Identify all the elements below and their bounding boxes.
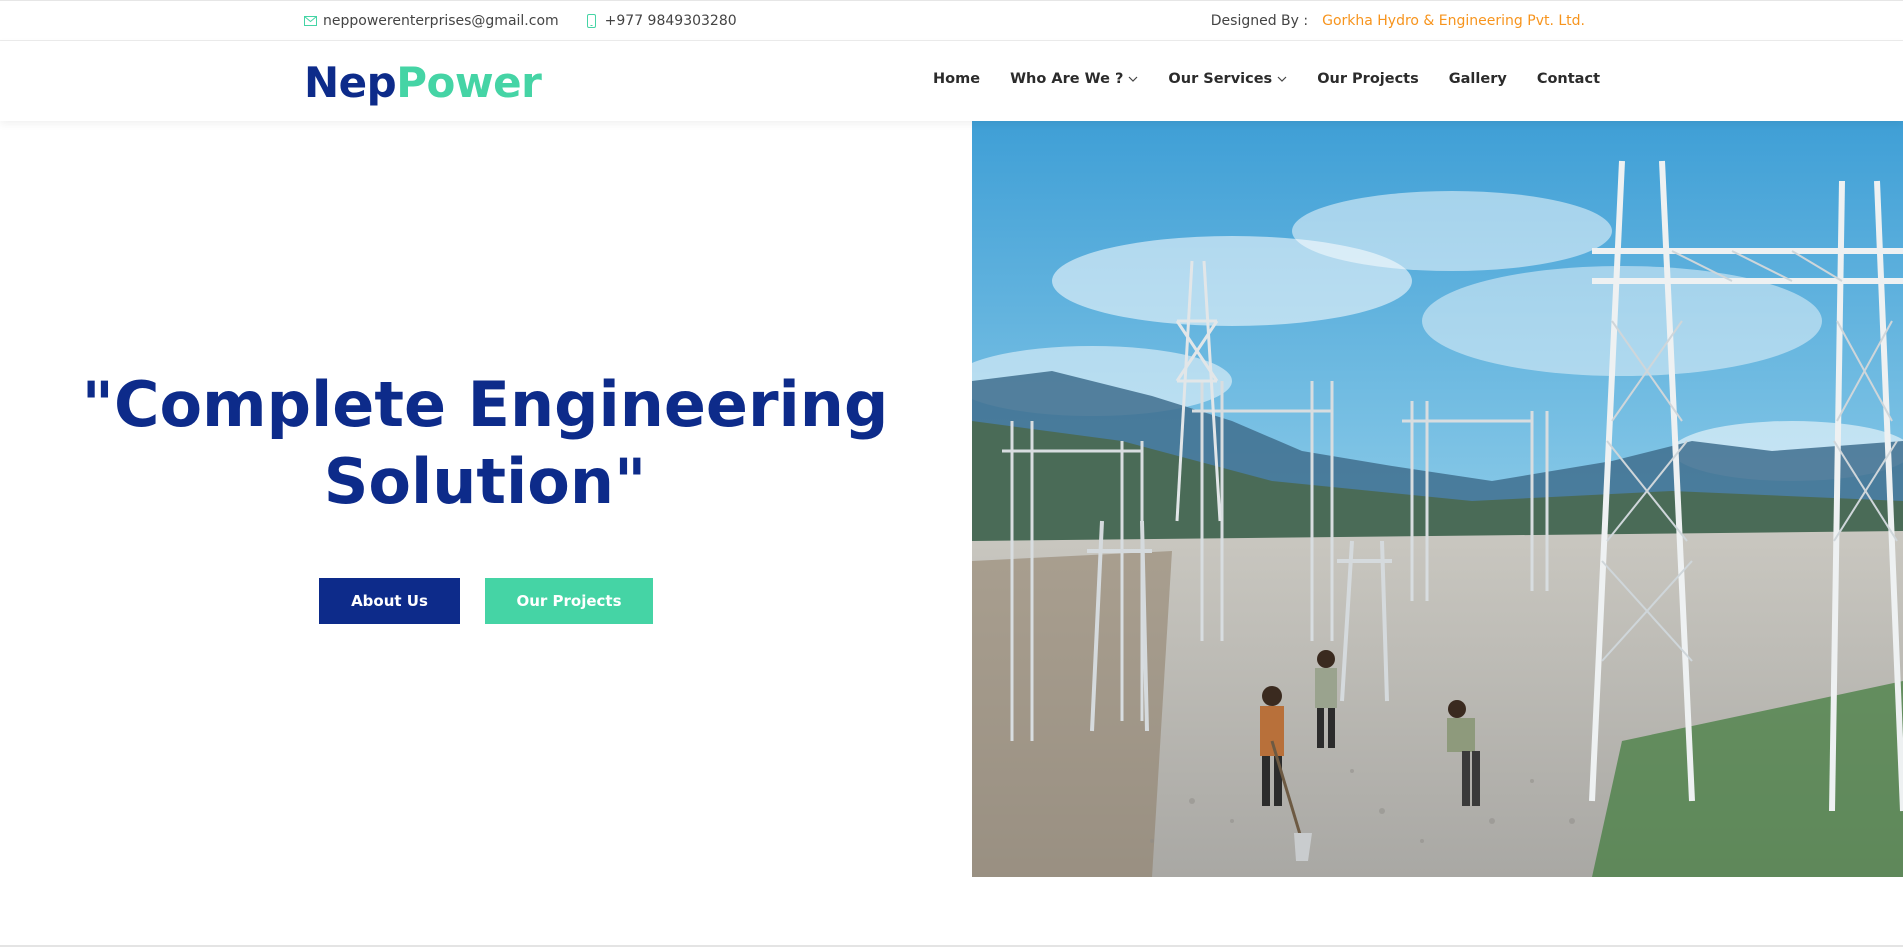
envelope-icon xyxy=(303,14,317,28)
hero-headline-line2: Solution" xyxy=(323,445,647,518)
chevron-down-icon xyxy=(1128,76,1138,82)
nav-gallery-label: Gallery xyxy=(1448,71,1507,87)
email-text: neppowerenterprises@gmail.com xyxy=(323,13,559,29)
nav-contact[interactable]: Contact xyxy=(1537,71,1600,87)
nav-who-are-we[interactable]: Who Are We ? xyxy=(1010,71,1138,87)
site-logo[interactable]: NepPower xyxy=(304,58,542,107)
nav-our-services-label: Our Services xyxy=(1168,71,1273,87)
nav-our-projects[interactable]: Our Projects xyxy=(1317,71,1419,87)
our-projects-button[interactable]: Our Projects xyxy=(485,578,653,624)
phone-text: +977 9849303280 xyxy=(604,13,737,29)
nav-who-are-we-label: Who Are We ? xyxy=(1010,71,1124,87)
email-contact[interactable]: neppowerenterprises@gmail.com xyxy=(303,13,559,29)
nav-contact-label: Contact xyxy=(1536,71,1600,87)
hero-substation-image xyxy=(972,121,1903,877)
hero-headline-line1: "Complete Engineering xyxy=(81,368,889,441)
main-nav: Home Who Are We ? Our Services Our Proje… xyxy=(903,71,1600,87)
phone-contact[interactable]: +977 9849303280 xyxy=(585,13,737,29)
designed-by-company-link[interactable]: Gorkha Hydro & Engineering Pvt. Ltd. xyxy=(1322,13,1585,29)
chevron-down-icon xyxy=(1277,76,1287,82)
contact-info: neppowerenterprises@gmail.com +977 98493… xyxy=(303,13,763,29)
mobile-phone-icon xyxy=(585,14,599,28)
top-info-bar: neppowerenterprises@gmail.com +977 98493… xyxy=(0,0,1903,41)
hero-headline: "Complete Engineering Solution" xyxy=(60,366,910,520)
nav-home[interactable]: Home xyxy=(933,71,980,87)
about-us-button[interactable]: About Us xyxy=(319,578,460,624)
designed-by: Designed By : Gorkha Hydro & Engineering… xyxy=(1211,13,1585,29)
main-header: NepPower Home Who Are We ? Our Services … xyxy=(0,41,1903,121)
nav-gallery[interactable]: Gallery xyxy=(1449,71,1507,87)
logo-nep: Nep xyxy=(304,58,397,107)
logo-power: Power xyxy=(396,58,542,107)
designed-by-label: Designed By : xyxy=(1210,13,1309,29)
nav-our-projects-label: Our Projects xyxy=(1317,71,1419,87)
nav-home-label: Home xyxy=(933,71,981,87)
nav-our-services[interactable]: Our Services xyxy=(1168,71,1287,87)
